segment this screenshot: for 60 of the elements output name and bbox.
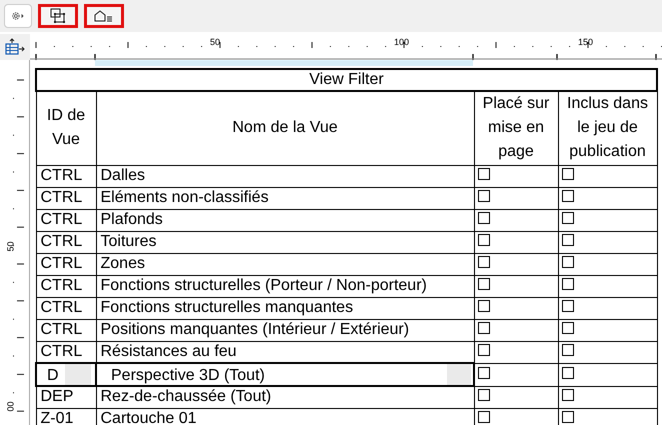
column-header: Inclus dans le jeu de publication (558, 91, 657, 165)
selection-icon (50, 8, 66, 24)
checkbox[interactable] (562, 168, 574, 180)
table-cell: Zones (96, 253, 474, 275)
table-cell: CTRL (36, 209, 96, 231)
checkbox[interactable] (562, 411, 574, 423)
checkbox[interactable] (478, 411, 490, 423)
table-cell: Z-01 (36, 408, 96, 425)
table-cell: CTRL (36, 319, 96, 341)
table-cell: CTRL (36, 187, 96, 209)
checkbox[interactable] (562, 234, 574, 246)
ruler-label: 150 (578, 38, 594, 47)
column-header: Placé sur mise en page (474, 91, 558, 165)
ruler-label: 00 (6, 402, 16, 412)
table-cell: CTRL (36, 231, 96, 253)
checkbox[interactable] (562, 322, 574, 334)
column-header: Nom de la Vue (96, 91, 474, 165)
table-title: View Filter (36, 69, 657, 91)
checkbox[interactable] (478, 278, 490, 290)
checkbox[interactable] (478, 190, 490, 202)
checkbox[interactable] (562, 212, 574, 224)
checkbox[interactable] (478, 256, 490, 268)
table-cell: Positions manquantes (Intérieur / Extérieur) (96, 319, 474, 341)
ruler-label: 50 (6, 242, 16, 252)
checkbox[interactable] (478, 322, 490, 334)
checkbox[interactable] (562, 256, 574, 268)
checkbox[interactable] (478, 389, 490, 401)
table-cell: Fonctions structurelles manquantes (96, 297, 474, 319)
ruler-label: 50 (210, 38, 220, 47)
checkbox[interactable] (478, 234, 490, 246)
checkbox[interactable] (562, 366, 574, 378)
table-cell: DEP (36, 386, 96, 408)
table-cell: Rez-de-chaussée (Tout) (96, 386, 474, 408)
checkbox[interactable] (478, 344, 490, 356)
column-header: ID de Vue (36, 91, 96, 165)
table-cell: CTRL (36, 275, 96, 297)
ruler-label: 100 (394, 38, 410, 47)
table-cell: D (36, 363, 96, 386)
checkbox[interactable] (478, 212, 490, 224)
checkbox[interactable] (562, 278, 574, 290)
toolbar-button[interactable] (38, 4, 78, 28)
table-cell: Fonctions structurelles (Porteur / Non-porteur) (96, 275, 474, 297)
checkbox[interactable] (478, 300, 490, 312)
checkbox[interactable] (478, 366, 490, 378)
table-cell: CTRL (36, 165, 96, 187)
table-cell: Perspective 3D (Tout) (96, 363, 474, 386)
table-cell: CTRL (36, 253, 96, 275)
house-list-icon (94, 9, 114, 23)
table-cell: CTRL (36, 297, 96, 319)
checkbox[interactable] (562, 300, 574, 312)
table-cell: Eléments non-classifiés (96, 187, 474, 209)
table-cell: Plafonds (96, 209, 474, 231)
table-cell: Toitures (96, 231, 474, 253)
table-cell: Dalles (96, 165, 474, 187)
toolbar-button[interactable] (84, 4, 124, 28)
table-arrows-icon[interactable] (5, 38, 25, 56)
checkbox[interactable] (562, 389, 574, 401)
checkbox[interactable] (562, 344, 574, 356)
checkbox[interactable] (562, 190, 574, 202)
checkbox[interactable] (478, 168, 490, 180)
